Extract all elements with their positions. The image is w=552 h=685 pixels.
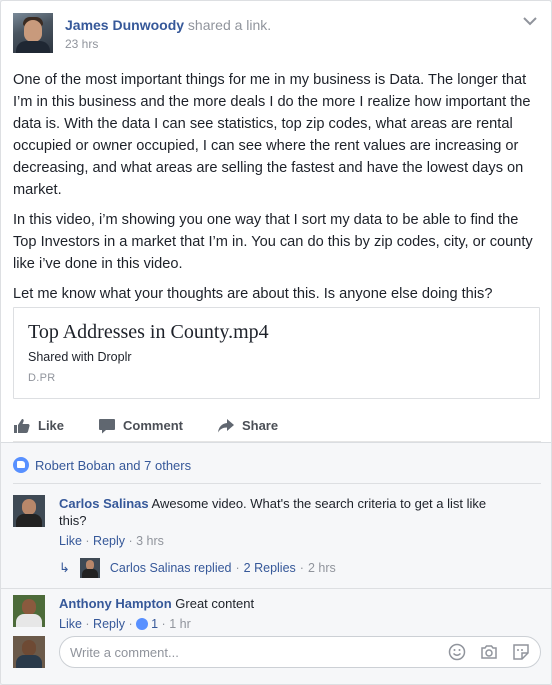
comment-like-count[interactable]: 1	[151, 617, 158, 631]
author-avatar[interactable]	[13, 13, 53, 53]
comment-composer: Write a comment...	[13, 636, 541, 668]
commenter-avatar[interactable]	[13, 495, 45, 527]
commenter-avatar[interactable]	[13, 595, 45, 627]
link-preview[interactable]: Top Addresses in County.mp4 Shared with …	[13, 307, 540, 399]
comment-item: Carlos Salinas Awesome video. What's the…	[13, 495, 514, 550]
emoji-icon[interactable]	[448, 643, 466, 661]
commenter-name[interactable]: Carlos Salinas	[59, 496, 149, 511]
link-domain: D.PR	[28, 372, 56, 384]
commenter-name[interactable]: Anthony Hampton	[59, 596, 172, 611]
link-description: Shared with Droplr	[28, 350, 132, 364]
comment-label: Comment	[123, 418, 183, 433]
divider	[1, 588, 551, 589]
comment-like-link[interactable]: Like	[59, 617, 82, 631]
comment-item: Anthony Hampton Great content Like · Rep…	[13, 595, 514, 633]
reply-arrow-icon: ↳	[59, 560, 70, 575]
reaction-summary[interactable]: Robert Boban and 7 others	[13, 457, 191, 473]
post-actions: Like Comment Share	[13, 410, 541, 442]
comments-section: Robert Boban and 7 others Carlos Salinas…	[1, 442, 551, 684]
share-icon	[217, 418, 235, 434]
comment-placeholder: Write a comment...	[70, 644, 179, 660]
share-action-text: shared a link.	[187, 17, 272, 33]
reply-count[interactable]: 2 Replies	[244, 561, 296, 575]
chevron-down-icon[interactable]	[523, 13, 537, 29]
like-button[interactable]: Like	[13, 418, 64, 434]
post-paragraph: Let me know what your thoughts are about…	[13, 286, 493, 302]
current-user-avatar	[13, 636, 45, 668]
comment-like-link[interactable]: Like	[59, 534, 82, 548]
divider	[13, 483, 541, 484]
post-card: James Dunwoody shared a link. 23 hrs One…	[0, 0, 552, 685]
author-name[interactable]: James Dunwoody	[65, 17, 184, 33]
comment-button[interactable]: Comment	[98, 418, 183, 434]
comment-reply-link[interactable]: Reply	[93, 617, 125, 631]
share-button[interactable]: Share	[217, 418, 278, 434]
post-timestamp[interactable]: 23 hrs	[65, 37, 271, 51]
like-label: Like	[38, 418, 65, 433]
post-body: One of the most important things for me …	[13, 69, 543, 313]
post-paragraph: One of the most important things for me …	[13, 72, 531, 198]
comment-text: Great content	[175, 596, 255, 611]
post-paragraph: In this video, i’m showing you one way t…	[13, 212, 533, 272]
comment-icon	[98, 418, 116, 434]
like-reaction-icon	[13, 457, 29, 473]
share-label: Share	[241, 418, 279, 433]
reply-time: 2 hrs	[307, 561, 336, 575]
replier-avatar	[79, 558, 100, 578]
comment-time[interactable]: 1 hr	[169, 617, 191, 631]
like-reaction-icon	[136, 618, 149, 630]
sticker-icon[interactable]	[512, 643, 530, 661]
post-header: James Dunwoody shared a link. 23 hrs	[13, 13, 271, 61]
comment-time[interactable]: 3 hrs	[136, 534, 164, 548]
link-title[interactable]: Top Addresses in County.mp4	[28, 320, 525, 344]
replier-text[interactable]: Carlos Salinas replied	[110, 561, 232, 575]
comment-input[interactable]: Write a comment...	[59, 636, 541, 668]
camera-icon[interactable]	[480, 643, 498, 661]
reaction-names[interactable]: Robert Boban and 7 others	[35, 458, 191, 473]
thumbs-up-icon	[13, 418, 31, 434]
replies-summary[interactable]: ↳ Carlos Salinas replied · 2 Replies · 2…	[59, 558, 336, 578]
comment-reply-link[interactable]: Reply	[93, 534, 125, 548]
